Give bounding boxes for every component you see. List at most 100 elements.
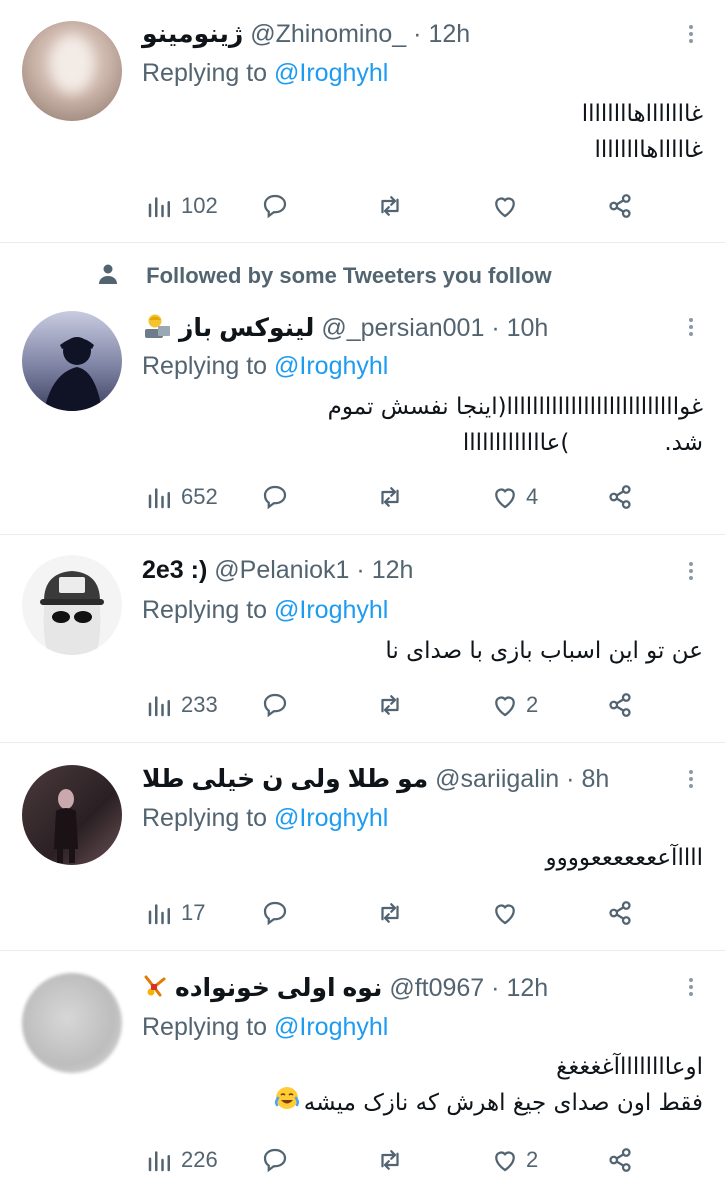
- tweet[interactable]: Followed by some Tweeters you follow لین…: [0, 243, 725, 535]
- tweet[interactable]: مو طلا ولی ن خیلی طلا @sariigalin · 8h R…: [0, 743, 725, 951]
- tweet-text: عن تو این اسباب بازی با صدای نا: [385, 638, 703, 664]
- reply-to-link[interactable]: @Iroghyhl: [274, 352, 388, 380]
- share-nodes-icon: [609, 485, 631, 509]
- reply-button[interactable]: [260, 689, 290, 721]
- reply-to-link[interactable]: @Iroghyhl: [274, 59, 388, 87]
- replying-to: Replying to @Iroghyhl: [142, 804, 389, 832]
- like-button[interactable]: [490, 190, 526, 222]
- speech-bubble-icon: [263, 693, 287, 718]
- technologist-emoji-icon: [142, 311, 172, 348]
- reply-to-link[interactable]: @Iroghyhl: [274, 804, 388, 832]
- reply-to-link[interactable]: @Iroghyhl: [274, 596, 388, 624]
- user-handle[interactable]: @_persian001: [321, 314, 484, 342]
- retweet-button[interactable]: [375, 897, 405, 929]
- retweet-arrows-icon: [381, 1150, 399, 1170]
- more-options-icon[interactable]: [689, 315, 695, 339]
- speech-bubble-icon: [263, 901, 287, 926]
- user-handle[interactable]: @sariigalin: [435, 765, 559, 793]
- views-count: 226: [181, 1147, 218, 1172]
- avatar[interactable]: [22, 973, 122, 1073]
- share-button[interactable]: [605, 689, 635, 721]
- person-icon: [96, 262, 120, 292]
- display-name[interactable]: مو طلا ولی ن خیلی طلا: [142, 765, 428, 793]
- likes-count: 2: [526, 692, 539, 717]
- retweet-button[interactable]: [375, 190, 405, 222]
- timestamp[interactable]: 12h: [372, 556, 414, 584]
- views-count: 17: [181, 900, 206, 925]
- more-options-icon[interactable]: [689, 559, 695, 583]
- heart-icon: [495, 696, 515, 717]
- tweet-text: غاااااااهاااااااا غاااااهاااااااا: [581, 101, 703, 163]
- reply-button[interactable]: [260, 481, 290, 513]
- reply-to-link[interactable]: @Iroghyhl: [274, 1013, 388, 1041]
- speech-bubble-icon: [263, 1148, 287, 1173]
- tweet-actions: 233 2: [145, 689, 645, 721]
- display-name[interactable]: لینوکس باز: [179, 314, 314, 342]
- like-button[interactable]: 4: [490, 481, 538, 513]
- tweet-header: مو طلا ولی ن خیلی طلا @sariigalin · 8h: [142, 765, 610, 793]
- views-button[interactable]: 102: [145, 190, 218, 222]
- retweet-arrows-icon: [381, 487, 399, 507]
- avatar[interactable]: [22, 21, 122, 121]
- timestamp[interactable]: 12h: [428, 20, 470, 48]
- retweet-arrows-icon: [381, 903, 399, 923]
- more-options-icon[interactable]: [689, 767, 695, 791]
- retweet-button[interactable]: [375, 689, 405, 721]
- like-button[interactable]: 2: [490, 689, 538, 721]
- heart-icon: [495, 488, 515, 509]
- bar-chart-icon: [148, 1151, 170, 1172]
- reply-button[interactable]: [260, 1144, 290, 1176]
- avatar[interactable]: [22, 555, 122, 655]
- timestamp[interactable]: 12h: [506, 974, 548, 1002]
- speech-bubble-icon: [263, 485, 287, 510]
- retweet-button[interactable]: [375, 1144, 405, 1176]
- more-options-icon[interactable]: [689, 975, 695, 999]
- tweet-text: ااااآعععععععوووو: [545, 845, 703, 871]
- timestamp[interactable]: 8h: [581, 765, 609, 793]
- share-nodes-icon: [609, 901, 631, 925]
- views-button[interactable]: 233: [145, 689, 218, 721]
- share-button[interactable]: [605, 190, 635, 222]
- retweet-button[interactable]: [375, 481, 405, 513]
- tweet[interactable]: نوه اولی خونواده @ft0967 · 12h Replying …: [0, 951, 725, 1200]
- like-button[interactable]: 2: [490, 1144, 538, 1176]
- user-handle[interactable]: @Zhinomino_: [250, 20, 406, 48]
- tweet-actions: 102: [145, 190, 645, 222]
- avatar[interactable]: [22, 311, 122, 411]
- cartwheel-emoji-icon: [142, 973, 168, 1006]
- social-context: Followed by some Tweeters you follow: [96, 262, 552, 292]
- replying-to: Replying to @Iroghyhl: [142, 59, 389, 87]
- figure-image: [54, 789, 78, 863]
- like-button[interactable]: [490, 897, 526, 929]
- display-name[interactable]: نوه اولی خونواده: [175, 974, 382, 1002]
- views-count: 233: [181, 692, 218, 717]
- tweet-actions: 17: [145, 897, 645, 929]
- heart-icon: [495, 197, 515, 218]
- views-button[interactable]: 226: [145, 1144, 218, 1176]
- views-count: 102: [181, 193, 218, 218]
- share-button[interactable]: [605, 1144, 635, 1176]
- avatar[interactable]: [22, 765, 122, 865]
- speech-bubble-icon: [263, 194, 287, 219]
- user-handle[interactable]: @ft0967: [389, 974, 484, 1002]
- likes-count: 4: [526, 484, 539, 509]
- timestamp[interactable]: 10h: [507, 314, 549, 342]
- views-button[interactable]: 652: [145, 481, 218, 513]
- reply-button[interactable]: [260, 897, 290, 929]
- display-name[interactable]: ژینومینو: [142, 20, 243, 48]
- heart-icon: [495, 904, 515, 925]
- views-button[interactable]: 17: [145, 897, 205, 929]
- share-button[interactable]: [605, 897, 635, 929]
- reply-button[interactable]: [260, 190, 290, 222]
- display-name[interactable]: 2e3 :): [142, 556, 207, 584]
- replying-to: Replying to @Iroghyhl: [142, 1013, 389, 1041]
- tweet-header: نوه اولی خونواده @ft0967 · 12h: [142, 973, 548, 1006]
- tweet-text: اوعااااااااآغغغغغ فقط اون صدای جیغ اهرش ک…: [274, 1049, 703, 1122]
- share-button[interactable]: [605, 481, 635, 513]
- silhouette-image: [44, 337, 102, 411]
- tweet[interactable]: 2e3 :) @Pelaniok1 · 12h Replying to @Iro…: [0, 535, 725, 743]
- cap-ghost-image: [40, 571, 104, 655]
- tweet[interactable]: ژینومینو @Zhinomino_ · 12h Replying to @…: [0, 0, 725, 243]
- user-handle[interactable]: @Pelaniok1: [214, 556, 349, 584]
- more-options-icon[interactable]: [689, 22, 695, 46]
